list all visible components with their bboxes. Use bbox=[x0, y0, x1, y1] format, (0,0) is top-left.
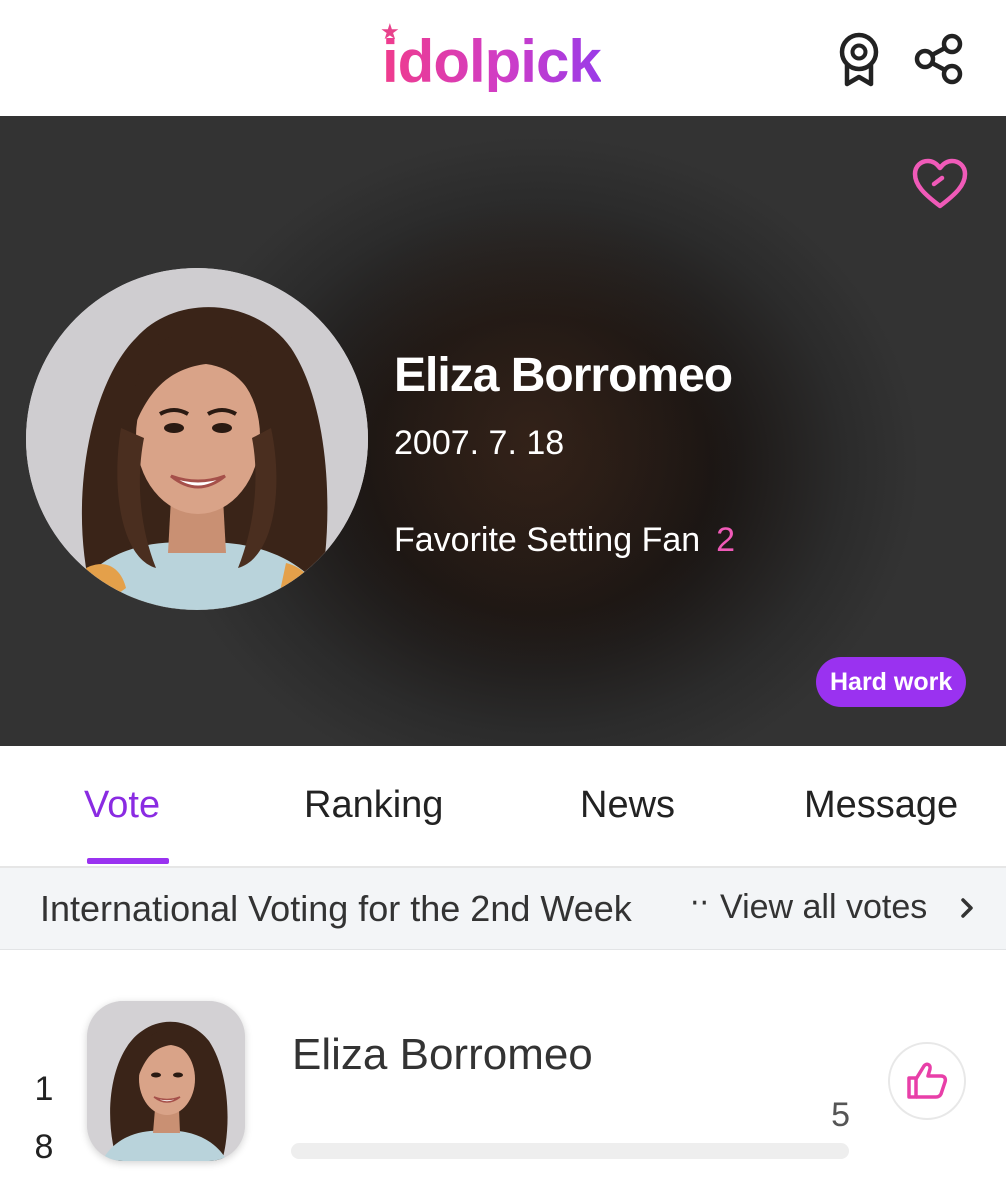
app-header: ★ idolpick bbox=[0, 0, 1006, 116]
rank-number: 1 8 bbox=[32, 1060, 56, 1176]
heart-outline-icon[interactable] bbox=[910, 156, 970, 212]
rank-digit: 1 bbox=[34, 1070, 54, 1108]
tab-vote[interactable]: Vote bbox=[84, 784, 160, 827]
favorite-fan-label: Favorite Setting Fan bbox=[394, 521, 701, 559]
vote-item-name: Eliza Borromeo bbox=[292, 1030, 593, 1079]
profile-tabs: Vote Ranking News Message bbox=[0, 746, 1006, 868]
logo-text: idolpick bbox=[382, 28, 602, 95]
view-all-votes-link[interactable]: View all votes bbox=[720, 888, 927, 927]
thumbs-up-icon bbox=[907, 1062, 948, 1099]
vote-like-button[interactable] bbox=[888, 1042, 966, 1120]
idol-avatar bbox=[26, 268, 368, 610]
app-logo[interactable]: ★ idolpick bbox=[380, 22, 630, 102]
idol-portrait-image bbox=[26, 268, 368, 610]
vote-list-item[interactable]: 1 8 Eliza Borromeo 5 bbox=[0, 990, 1006, 1190]
vote-item-count: 5 bbox=[831, 1096, 850, 1134]
tab-message[interactable]: Message bbox=[804, 784, 958, 827]
share-icon[interactable] bbox=[912, 30, 966, 88]
tab-news[interactable]: News bbox=[580, 784, 675, 827]
favorite-fan-row: Favorite Setting Fan 2 bbox=[394, 521, 735, 560]
vote-title[interactable]: International Voting for the 2nd Week bbox=[40, 888, 690, 930]
tab-ranking[interactable]: Ranking bbox=[304, 784, 443, 827]
ellipsis-icon: ·· bbox=[690, 886, 710, 921]
profile-hero: Eliza Borromeo 2007. 7. 18 Favorite Sett… bbox=[0, 116, 1006, 746]
vote-progress-bar bbox=[291, 1143, 849, 1159]
idol-thumbnail bbox=[87, 1001, 245, 1161]
favorite-fan-count: 2 bbox=[716, 521, 736, 559]
chevron-right-icon[interactable] bbox=[958, 894, 978, 922]
hard-work-badge[interactable]: Hard work bbox=[816, 657, 967, 707]
award-badge-icon[interactable] bbox=[832, 30, 886, 88]
idol-name: Eliza Borromeo bbox=[394, 349, 733, 402]
idol-birthdate: 2007. 7. 18 bbox=[394, 424, 565, 462]
vote-title-bar: International Voting for the 2nd Week ··… bbox=[0, 868, 1006, 950]
rank-digit: 8 bbox=[34, 1128, 54, 1166]
idol-thumbnail-image bbox=[87, 1001, 245, 1161]
active-tab-indicator bbox=[87, 858, 169, 864]
